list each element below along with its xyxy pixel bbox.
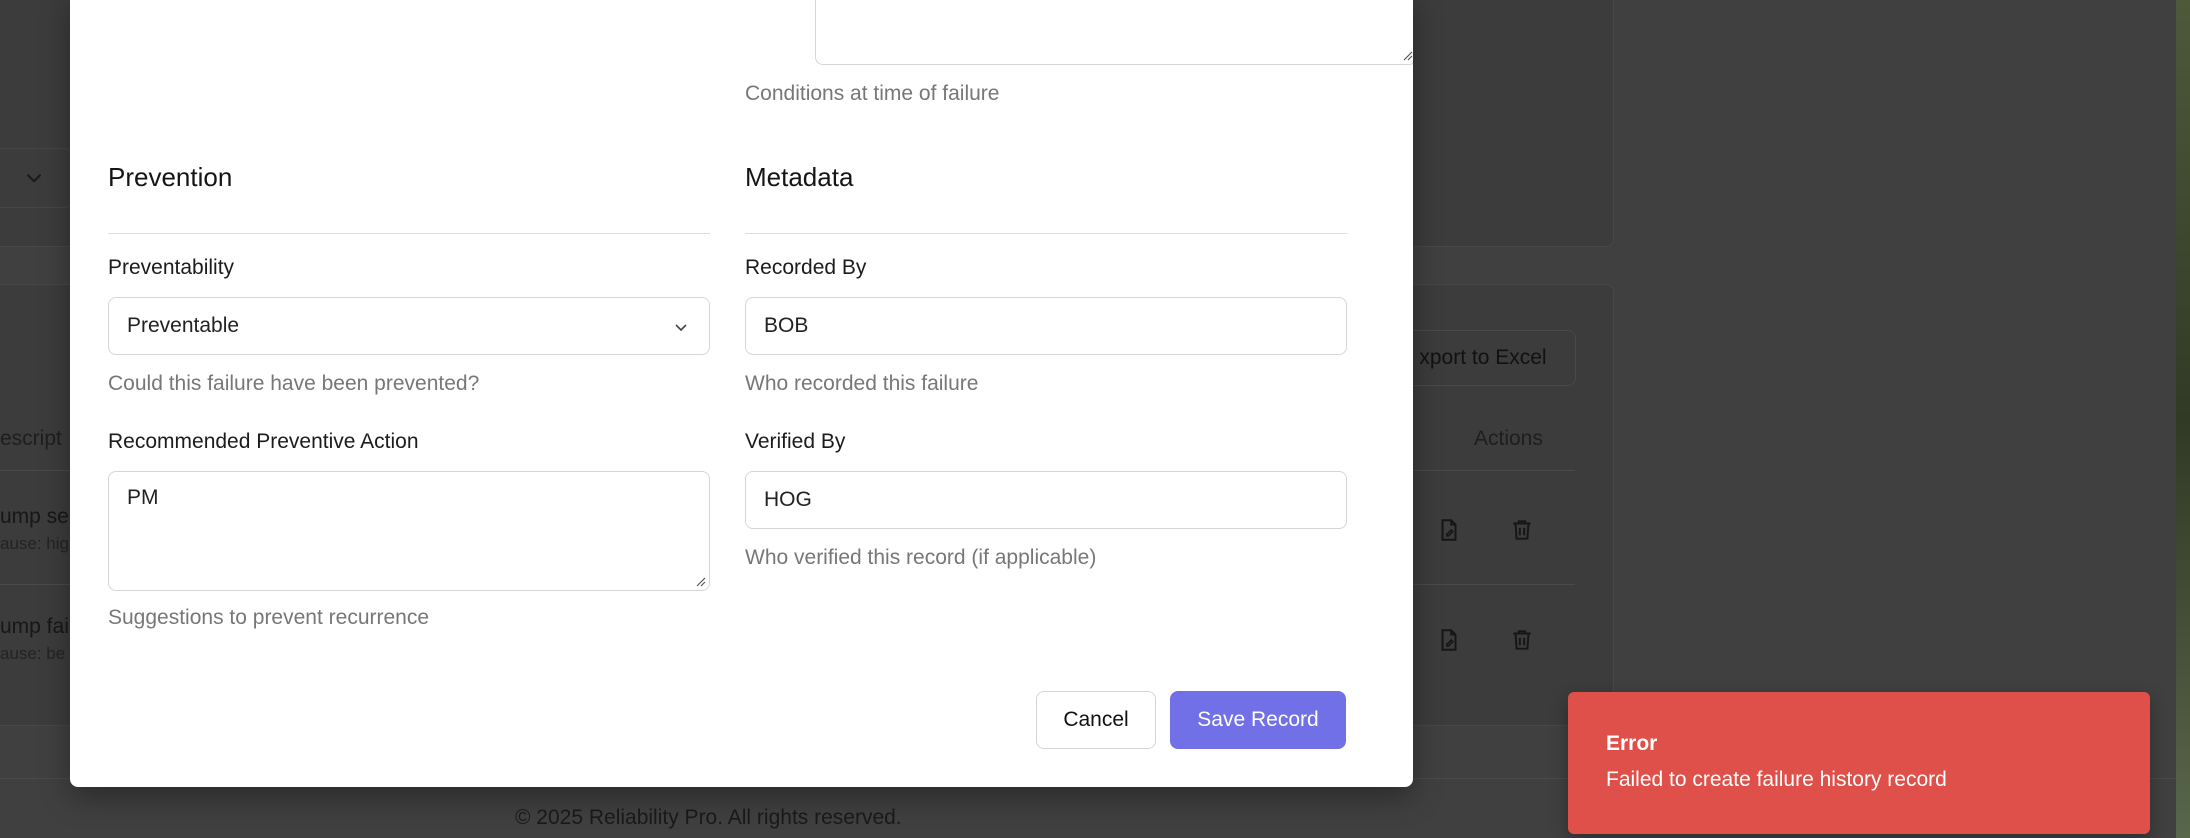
- preventability-help: Could this failure have been prevented?: [108, 372, 480, 395]
- prevention-title: Prevention: [108, 162, 233, 192]
- filter-select[interactable]: [0, 148, 72, 208]
- preventive-action-value: PM: [127, 486, 159, 509]
- trash-icon[interactable]: [1509, 627, 1535, 653]
- row-2-title: ump fai: [0, 615, 69, 638]
- export-label: xport to Excel: [1419, 346, 1547, 369]
- resize-handle-icon[interactable]: [694, 575, 706, 587]
- chevron-down-icon: [26, 173, 42, 183]
- row-1-title: ump se: [0, 505, 69, 528]
- toast-message: Failed to create failure history record: [1606, 768, 1947, 791]
- footer-copyright: © 2025 Reliability Pro. All rights reser…: [515, 806, 902, 829]
- description-header: escript: [0, 427, 62, 450]
- cancel-label: Cancel: [1063, 708, 1129, 731]
- save-record-button[interactable]: Save Record: [1170, 691, 1346, 749]
- error-toast[interactable]: Error Failed to create failure history r…: [1568, 692, 2150, 834]
- metadata-title: Metadata: [745, 162, 854, 192]
- verified-by-input[interactable]: HOG: [745, 471, 1347, 529]
- conditions-textarea[interactable]: [815, 0, 1413, 65]
- recorded-by-help: Who recorded this failure: [745, 372, 979, 395]
- preventability-select[interactable]: Preventable: [108, 297, 710, 355]
- row-2-sub: ause: be: [0, 644, 66, 663]
- file-edit-icon[interactable]: [1436, 627, 1462, 653]
- recorded-by-label: Recorded By: [745, 256, 867, 279]
- prevention-rule: [108, 233, 710, 234]
- export-excel-button[interactable]: xport to Excel: [1390, 330, 1576, 386]
- recorded-by-input[interactable]: BOB: [745, 297, 1347, 355]
- background-image-strip: [2176, 0, 2190, 838]
- row-1-sub: ause: hig: [0, 534, 69, 553]
- verified-by-label: Verified By: [745, 430, 846, 453]
- verified-by-value: HOG: [764, 488, 812, 511]
- metadata-rule: [745, 233, 1347, 234]
- preventability-label: Preventability: [108, 256, 235, 279]
- failure-record-modal: Conditions at time of failure Prevention…: [70, 0, 1413, 787]
- verified-by-help: Who verified this record (if applicable): [745, 546, 1097, 569]
- trash-icon[interactable]: [1509, 517, 1535, 543]
- actions-header: Actions: [1474, 427, 1543, 450]
- preventive-action-help: Suggestions to prevent recurrence: [108, 606, 430, 629]
- resize-handle-icon[interactable]: [1401, 49, 1413, 61]
- preventive-action-label: Recommended Preventive Action: [108, 430, 419, 453]
- cancel-button[interactable]: Cancel: [1036, 691, 1156, 749]
- recorded-by-value: BOB: [764, 314, 809, 337]
- chevron-down-icon: [675, 324, 687, 332]
- conditions-help: Conditions at time of failure: [745, 82, 1000, 105]
- preventability-value: Preventable: [127, 314, 240, 337]
- toast-title: Error: [1606, 732, 1658, 755]
- file-edit-icon[interactable]: [1436, 517, 1462, 543]
- preventive-action-textarea[interactable]: PM: [108, 471, 710, 591]
- save-label: Save Record: [1197, 708, 1319, 731]
